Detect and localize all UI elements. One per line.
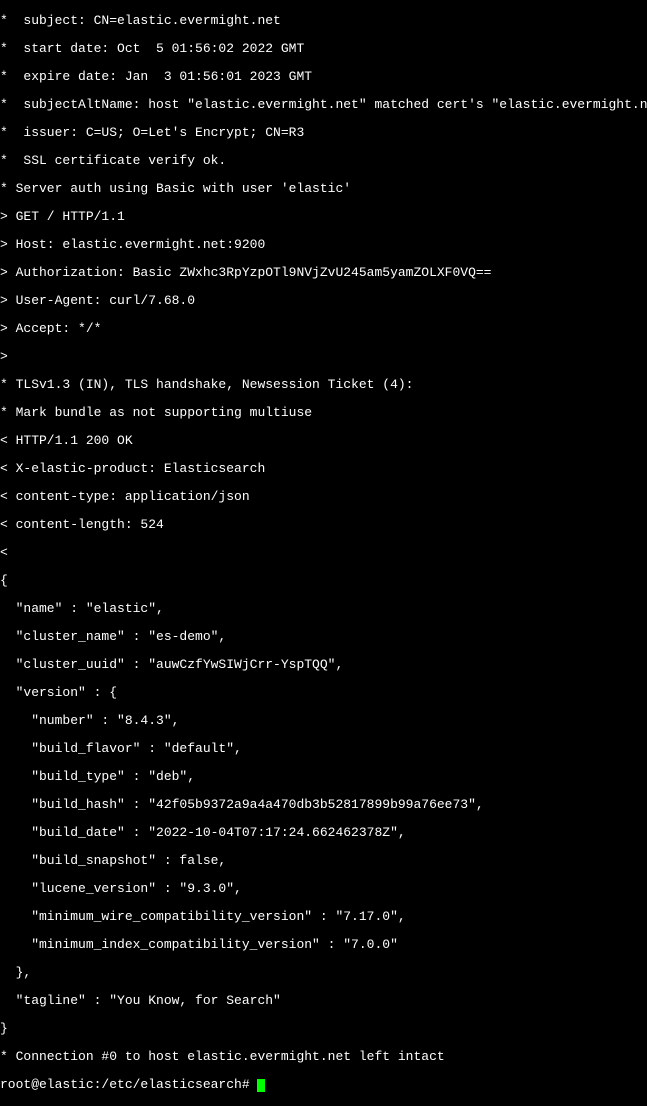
output-line: "version" : { xyxy=(0,686,647,700)
output-line: > GET / HTTP/1.1 xyxy=(0,210,647,224)
output-line: } xyxy=(0,1022,647,1036)
shell-prompt-line[interactable]: root@elastic:/etc/elasticsearch# xyxy=(0,1078,647,1092)
output-line: * subject: CN=elastic.evermight.net xyxy=(0,14,647,28)
output-line: * issuer: C=US; O=Let's Encrypt; CN=R3 xyxy=(0,126,647,140)
shell-prompt: root@elastic:/etc/elasticsearch# xyxy=(0,1078,257,1092)
output-line: "build_snapshot" : false, xyxy=(0,854,647,868)
output-line: * SSL certificate verify ok. xyxy=(0,154,647,168)
output-line: * expire date: Jan 3 01:56:01 2023 GMT xyxy=(0,70,647,84)
output-line: < content-length: 524 xyxy=(0,518,647,532)
output-line: < X-elastic-product: Elasticsearch xyxy=(0,462,647,476)
output-line: < HTTP/1.1 200 OK xyxy=(0,434,647,448)
output-line: < content-type: application/json xyxy=(0,490,647,504)
output-line: > Authorization: Basic ZWxhc3RpYzpOTl9NV… xyxy=(0,266,647,280)
output-line: > Host: elastic.evermight.net:9200 xyxy=(0,238,647,252)
output-line: { xyxy=(0,574,647,588)
terminal-output: * subject: CN=elastic.evermight.net * st… xyxy=(0,0,647,1106)
output-line: > Accept: */* xyxy=(0,322,647,336)
output-line: * start date: Oct 5 01:56:02 2022 GMT xyxy=(0,42,647,56)
output-line: "name" : "elastic", xyxy=(0,602,647,616)
output-line: "minimum_wire_compatibility_version" : "… xyxy=(0,910,647,924)
output-line: "cluster_uuid" : "auwCzfYwSIWjCrr-YspTQQ… xyxy=(0,658,647,672)
output-line: }, xyxy=(0,966,647,980)
output-line: "lucene_version" : "9.3.0", xyxy=(0,882,647,896)
cursor-icon xyxy=(257,1079,265,1092)
output-line: * Server auth using Basic with user 'ela… xyxy=(0,182,647,196)
output-line: "build_hash" : "42f05b9372a9a4a470db3b52… xyxy=(0,798,647,812)
output-line: "build_type" : "deb", xyxy=(0,770,647,784)
output-line: * subjectAltName: host "elastic.evermigh… xyxy=(0,98,647,112)
output-line: "build_date" : "2022-10-04T07:17:24.6624… xyxy=(0,826,647,840)
output-line: "cluster_name" : "es-demo", xyxy=(0,630,647,644)
output-line: * Connection #0 to host elastic.evermigh… xyxy=(0,1050,647,1064)
output-line: "tagline" : "You Know, for Search" xyxy=(0,994,647,1008)
output-line: > User-Agent: curl/7.68.0 xyxy=(0,294,647,308)
output-line: "build_flavor" : "default", xyxy=(0,742,647,756)
output-line: * Mark bundle as not supporting multiuse xyxy=(0,406,647,420)
output-line: * TLSv1.3 (IN), TLS handshake, Newsessio… xyxy=(0,378,647,392)
output-line: > xyxy=(0,350,647,364)
output-line: "number" : "8.4.3", xyxy=(0,714,647,728)
output-line: "minimum_index_compatibility_version" : … xyxy=(0,938,647,952)
output-line: < xyxy=(0,546,647,560)
